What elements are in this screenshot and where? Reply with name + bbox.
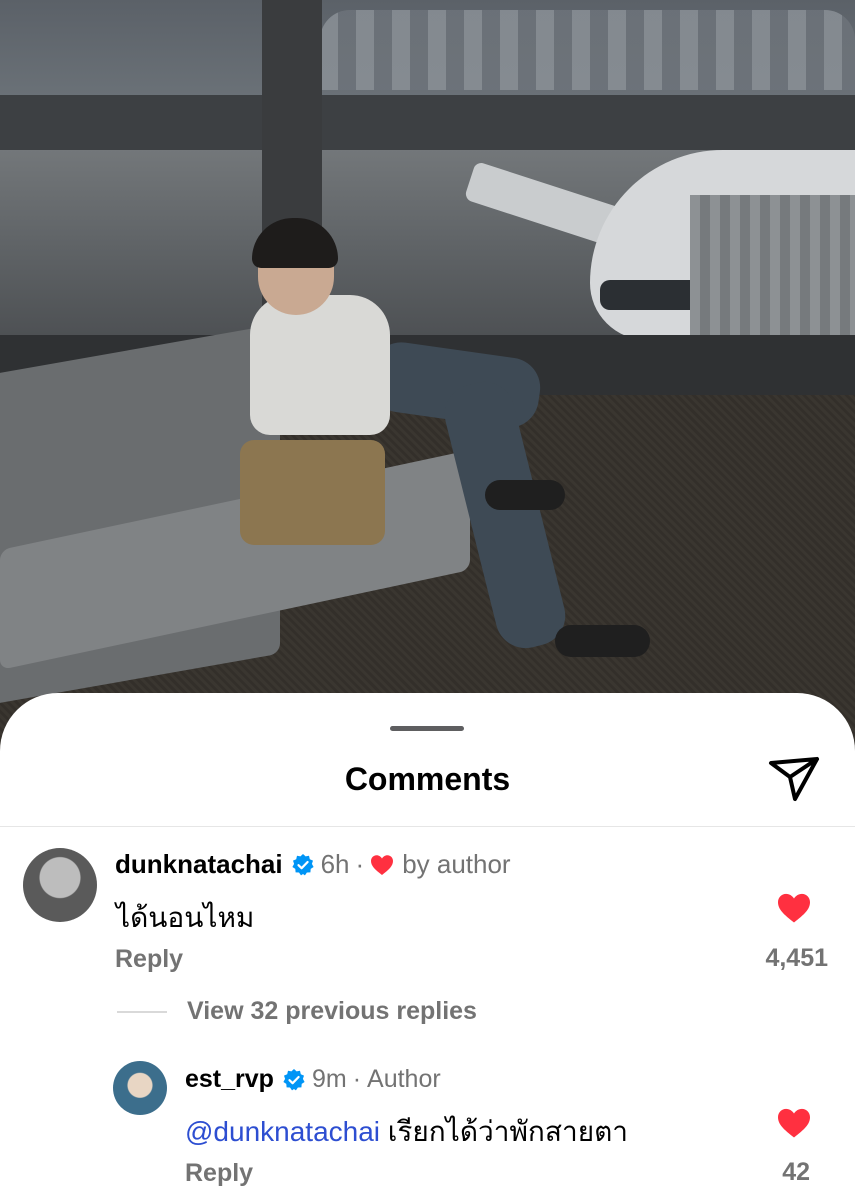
separator-dot: · xyxy=(352,1065,362,1093)
divider xyxy=(0,826,855,827)
sheet-title: Comments xyxy=(344,761,511,797)
comment-time: 6h xyxy=(320,849,350,879)
photo-handbag xyxy=(240,440,385,545)
post-photo xyxy=(0,0,855,760)
reply-button[interactable]: Reply xyxy=(185,1159,253,1188)
photo-shoe xyxy=(555,625,650,657)
comment-meta: dunknatachai 6h · by author xyxy=(115,849,511,880)
comments-sheet: Comments dunknatachai 6h · by author ได้… xyxy=(0,693,855,1200)
reply-button[interactable]: Reply xyxy=(115,945,183,974)
reply-meta: est_rvp 9m · Author xyxy=(185,1065,441,1094)
comment-text: ได้นอนไหม xyxy=(116,902,255,933)
reply-text: @dunknatachai เรียกได้ว่าพักสายตา xyxy=(185,1110,628,1154)
mention-link[interactable]: @dunknatachai xyxy=(185,1116,380,1147)
photo-person-body xyxy=(250,295,390,435)
avatar[interactable] xyxy=(23,848,97,922)
view-previous-replies-button[interactable]: View 32 previous replies xyxy=(187,997,477,1026)
author-label: Author xyxy=(367,1065,441,1093)
like-heart-icon[interactable] xyxy=(776,1107,812,1139)
separator-dot: · xyxy=(355,849,365,879)
photo-terminal xyxy=(320,10,855,90)
photo-jetbridge xyxy=(690,195,855,335)
paper-plane-icon[interactable] xyxy=(766,753,822,803)
verified-badge-icon xyxy=(283,1068,305,1090)
comment-username[interactable]: dunknatachai xyxy=(115,849,283,880)
reply-body: เรียกได้ว่าพักสายตา xyxy=(380,1116,629,1147)
drag-handle[interactable] xyxy=(390,726,464,731)
photo-shoe xyxy=(485,480,565,510)
reply-time: 9m xyxy=(311,1065,347,1093)
replies-divider xyxy=(117,1011,167,1013)
like-count: 42 xyxy=(782,1158,810,1186)
like-heart-icon[interactable] xyxy=(776,892,812,924)
like-count: 4,451 xyxy=(765,944,828,972)
photo-window-frame xyxy=(0,95,855,150)
reply-username[interactable]: est_rvp xyxy=(185,1065,274,1094)
avatar[interactable] xyxy=(113,1061,167,1115)
heart-icon xyxy=(371,854,394,875)
liked-by-author-label: by author xyxy=(402,849,511,879)
verified-badge-icon xyxy=(291,853,314,875)
